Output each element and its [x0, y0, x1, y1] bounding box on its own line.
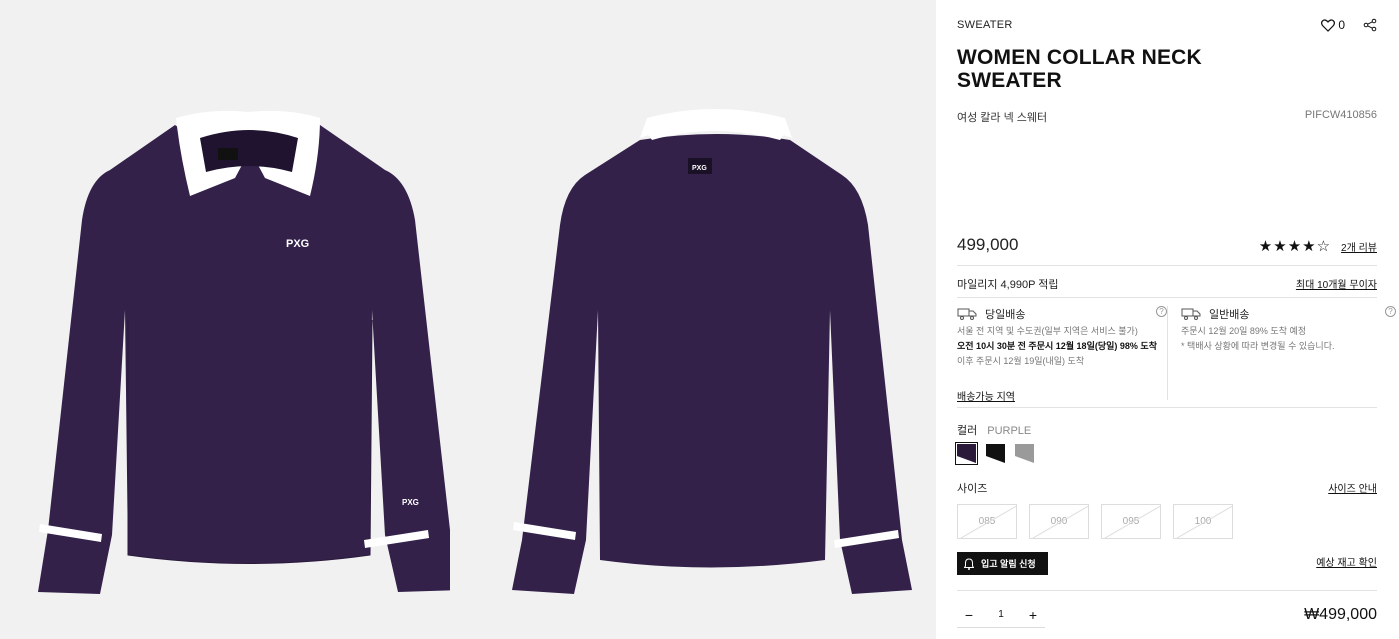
review-link[interactable]: 2개 리뷰 [1341, 239, 1377, 254]
restock-label: 입고 알림 신청 [981, 559, 1036, 569]
swatch-black[interactable] [986, 444, 1005, 463]
product-image-back[interactable]: PXG [500, 0, 920, 600]
mileage-text: 마일리지 4,990P 적립 [957, 279, 1059, 291]
quantity-decrease-button[interactable]: − [957, 607, 981, 623]
color-swatches [955, 442, 1034, 465]
product-image-front[interactable]: PXG PXG [30, 0, 450, 600]
wishlist-count: 0 [1338, 18, 1345, 32]
size-option[interactable]: 090 [1029, 504, 1089, 539]
same-day-line-3: 이후 주문시 12월 19일(내일) 도착 [957, 356, 1085, 366]
swatch-gray[interactable] [1015, 444, 1034, 463]
back-label-logo: PXG [692, 165, 707, 172]
bell-icon [964, 557, 974, 570]
share-icon[interactable] [1363, 18, 1377, 32]
color-label: 컬러 [957, 425, 978, 437]
quantity-increase-button[interactable]: + [1021, 607, 1045, 623]
selected-color: PURPLE [987, 425, 1032, 437]
rating-stars: ★★★★☆ [1258, 238, 1332, 255]
product-korean-name: 여성 칼라 넥 스웨터 [957, 112, 1048, 124]
color-label-row: 컬러 PURPLE [957, 422, 1031, 438]
size-option[interactable]: 085 [957, 504, 1017, 539]
delivery-area-link[interactable]: 배송가능 지역 [957, 388, 1015, 403]
size-option[interactable]: 095 [1101, 504, 1161, 539]
product-image-gallery: PXG PXG PXG [0, 0, 936, 639]
divider [957, 590, 1377, 591]
divider [957, 407, 1377, 408]
product-price: 499,000 [957, 235, 1019, 254]
size-options: 085 090 095 100 [957, 504, 1233, 539]
front-cuff-logo: PXG [402, 498, 419, 507]
heart-icon [1321, 18, 1336, 32]
standard-line-2: * 택배사 상황에 따라 변경될 수 있습니다. [1181, 341, 1335, 351]
quantity-stepper: − 1 + [957, 602, 1045, 628]
installment-link[interactable]: 최대 10개월 무이자 [1296, 276, 1377, 291]
standard-title: 일반배송 [1209, 309, 1250, 321]
size-label: 사이즈 [957, 483, 988, 495]
product-code: PIFCW410856 [1304, 109, 1377, 121]
help-icon[interactable]: ? [1385, 306, 1396, 317]
product-category: SWEATER [957, 19, 1013, 31]
divider [957, 265, 1377, 266]
divider [1167, 306, 1168, 400]
truck-icon [1181, 308, 1201, 320]
front-chest-logo: PXG [286, 238, 309, 250]
size-guide-link[interactable]: 사이즈 안내 [1328, 480, 1377, 495]
quantity-value[interactable]: 1 [981, 609, 1021, 620]
size-option[interactable]: 100 [1173, 504, 1233, 539]
standard-shipping: 일반배송 ? 주문시 12월 20일 89% 도착 예정 * 택배사 상황에 따… [1181, 306, 1396, 352]
total-price: ₩499,000 [1304, 606, 1377, 623]
truck-icon [957, 308, 977, 320]
standard-line-1: 주문시 12월 20일 89% 도착 예정 [1181, 326, 1307, 336]
product-info-panel: SWEATER 0 WOMEN COLLAR NECK SWEATER 여성 칼… [955, 0, 1396, 639]
expected-stock-link[interactable]: 예상 재고 확인 [1316, 554, 1377, 569]
product-title: WOMEN COLLAR NECK SWEATER [957, 46, 1202, 92]
wishlist-button[interactable]: 0 [1321, 18, 1345, 32]
product-actions: 0 [1321, 18, 1377, 32]
restock-alert-button[interactable]: 입고 알림 신청 [957, 552, 1048, 575]
same-day-line-2: 오전 10시 30분 전 주문시 12월 18일(당일) 98% 도착 [957, 341, 1157, 351]
same-day-title: 당일배송 [985, 309, 1026, 321]
rating: ★★★★☆ 2개 리뷰 [1259, 237, 1377, 255]
swatch-purple[interactable] [955, 442, 978, 465]
same-day-shipping: 당일배송 ? 서울 전 지역 및 수도권(일부 지역은 서비스 불가) 오전 1… [957, 306, 1167, 367]
divider [957, 297, 1377, 298]
help-icon[interactable]: ? [1156, 306, 1167, 317]
same-day-line-1: 서울 전 지역 및 수도권(일부 지역은 서비스 불가) [957, 326, 1138, 336]
